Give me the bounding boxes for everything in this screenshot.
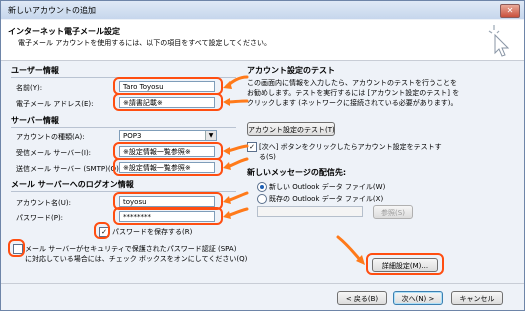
arrow-icon — [225, 207, 249, 218]
arrow-icon — [225, 191, 249, 203]
arrow-icon — [225, 157, 249, 169]
arrow-icon — [336, 235, 363, 263]
add-account-dialog: 新しいアカウントの追加 ✕ インターネット電子メール設定 電子メール アカウント… — [0, 0, 525, 311]
annotation-arrows — [223, 75, 365, 265]
